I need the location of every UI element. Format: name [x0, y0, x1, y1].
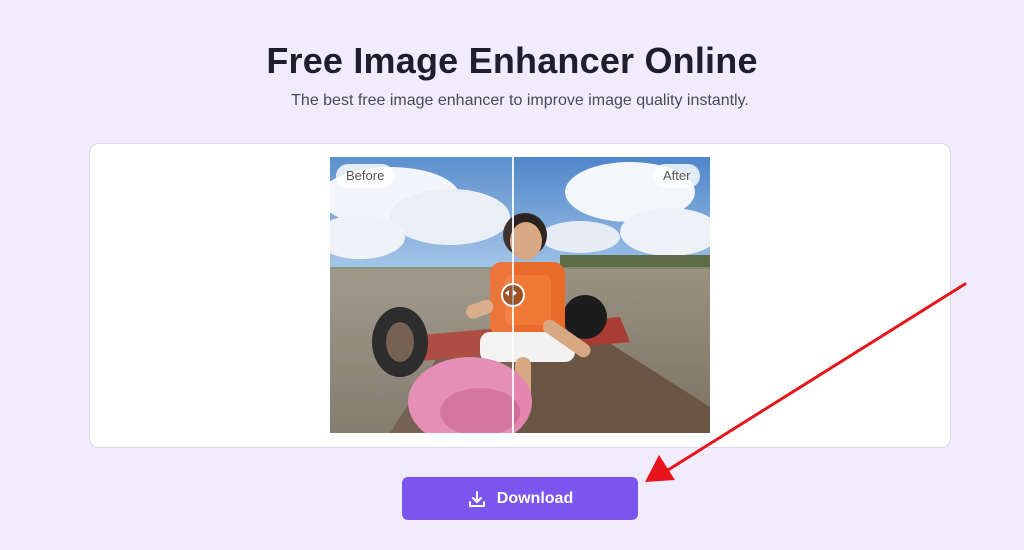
- arrows-left-right-icon: [505, 290, 517, 296]
- before-label: Before: [336, 164, 395, 188]
- download-icon: [468, 490, 485, 507]
- after-label: After: [653, 164, 701, 188]
- download-button[interactable]: Download: [402, 477, 638, 520]
- page-title: Free Image Enhancer Online: [266, 40, 758, 81]
- page-subtitle: The best free image enhancer to improve …: [291, 92, 749, 109]
- compare-slider-handle[interactable]: [501, 283, 525, 307]
- download-button-label: Download: [496, 489, 574, 507]
